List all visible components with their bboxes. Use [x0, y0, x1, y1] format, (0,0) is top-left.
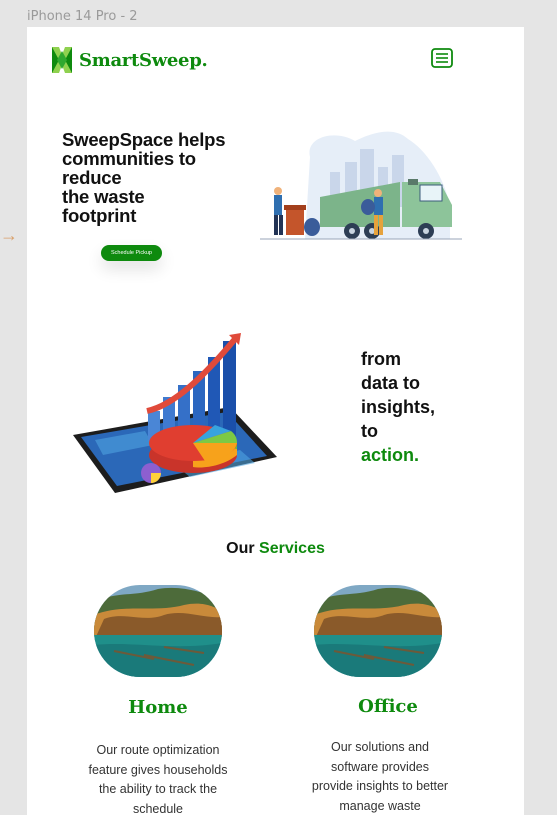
- garbage-truck-illustration: [260, 131, 462, 240]
- tagline-line: data to: [361, 373, 421, 393]
- hero-title-line: the waste: [62, 186, 145, 207]
- office-service-description: Our solutions and software provides prov…: [311, 740, 449, 813]
- tagline-line: to: [361, 421, 378, 441]
- lake-landscape-image: [314, 585, 442, 677]
- services-heading: Our Services: [27, 540, 524, 558]
- phone-frame: SmartSweep. SweepSpace helps communities…: [27, 27, 524, 815]
- hero-title-line: SweepSpace helps: [62, 129, 226, 150]
- schedule-pickup-button[interactable]: Schedule Pickup: [101, 245, 162, 261]
- hero-title-line: communities to: [62, 148, 196, 169]
- hero-title-line: footprint: [62, 205, 137, 226]
- tagline-accent: action.: [361, 445, 420, 465]
- brand-name: SmartSweep.: [79, 49, 208, 71]
- frame-label: iPhone 14 Pro - 2: [27, 9, 138, 24]
- home-service-image: [94, 585, 222, 677]
- brand-logo[interactable]: SmartSweep.: [52, 47, 208, 73]
- tagline-line: insights,: [361, 397, 436, 417]
- analytics-tablet-illustration: [73, 333, 277, 493]
- arrow-right-icon: →: [0, 225, 18, 245]
- home-service-title: Home: [128, 697, 188, 718]
- services-heading-accent: Services: [259, 540, 325, 557]
- home-service-description: Our route optimization feature gives hou…: [88, 743, 228, 815]
- tagline: from data to insights, to action.: [361, 347, 435, 467]
- office-service-title: Office: [358, 696, 418, 717]
- leaf-logo-icon: [52, 47, 72, 73]
- lake-landscape-image: [94, 585, 222, 677]
- services-heading-prefix: Our: [226, 540, 255, 557]
- hero-title: SweepSpace helps communities to reduce t…: [62, 130, 262, 225]
- office-service-image: [314, 585, 442, 677]
- tagline-line: from: [361, 349, 401, 369]
- menu-list-icon[interactable]: [431, 48, 453, 68]
- hero-title-line: reduce: [62, 167, 122, 188]
